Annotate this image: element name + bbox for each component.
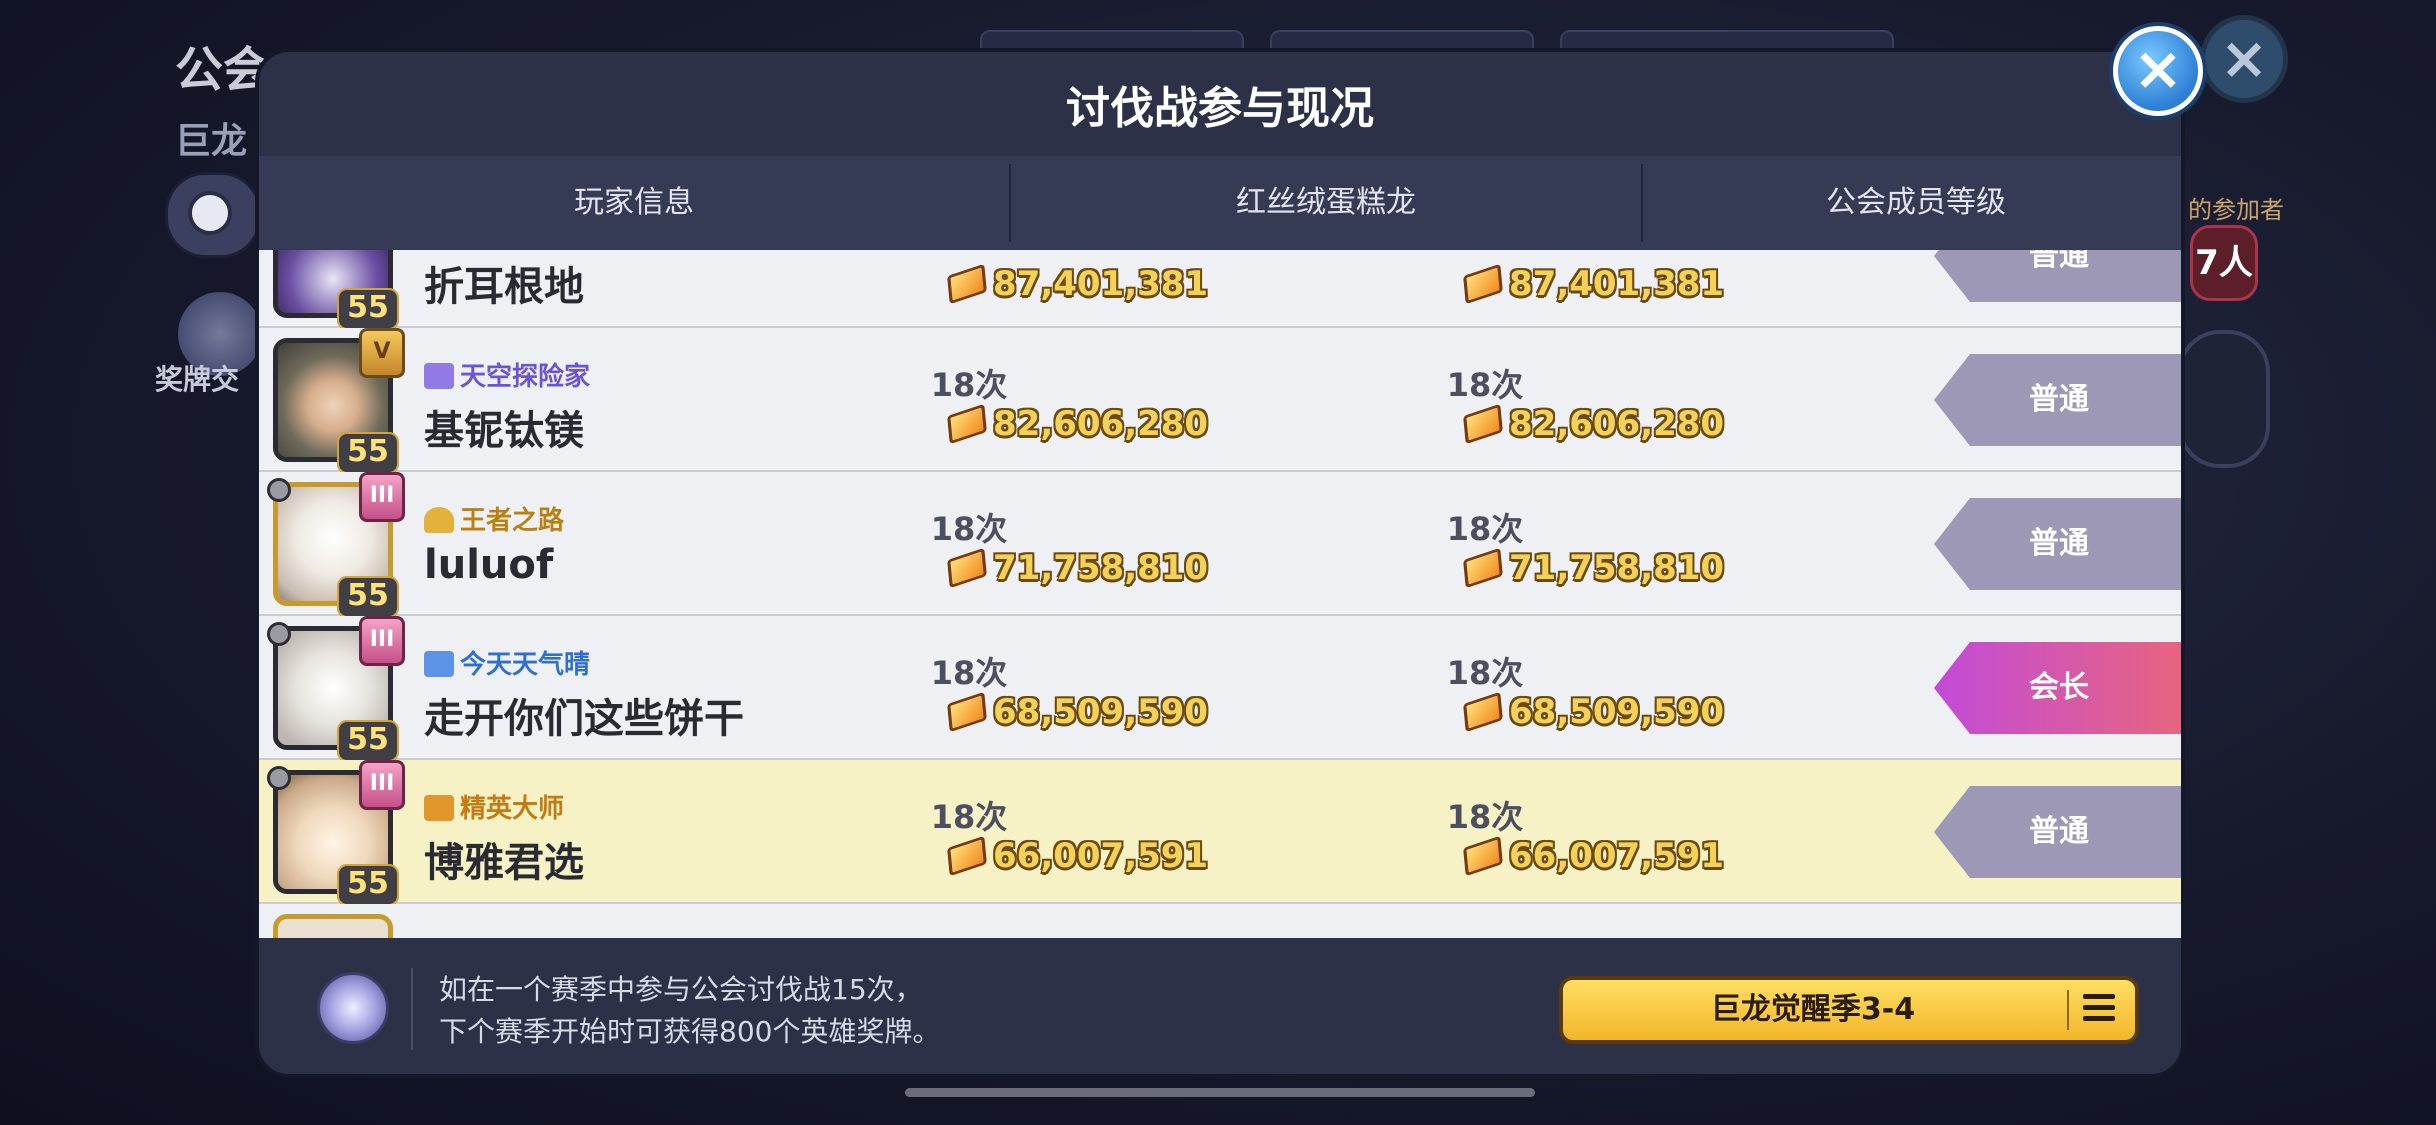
member-grade-badge: 普通 bbox=[1934, 786, 2181, 878]
table-row[interactable] bbox=[259, 904, 2181, 938]
reward-info-line2: 下个赛季开始时可获得800个英雄奖牌。 bbox=[439, 1015, 941, 1048]
column-header-dragon: 红丝绒蛋糕龙 bbox=[1236, 185, 1416, 220]
damage-icon bbox=[1463, 547, 1503, 589]
crown-icon bbox=[424, 507, 454, 533]
column-header-player-info: 玩家信息 bbox=[574, 185, 694, 220]
season-button-divider bbox=[2067, 990, 2069, 1030]
member-grade-badge: 会长 bbox=[1934, 642, 2181, 734]
damage-icon bbox=[1463, 835, 1503, 877]
damage-score: 68,509,590 bbox=[947, 691, 1208, 738]
damage-score: 66,007,591 bbox=[947, 835, 1208, 882]
player-title: 王者之路 bbox=[424, 500, 564, 537]
rank-badge-icon: III bbox=[359, 472, 405, 522]
hero-medal-icon bbox=[317, 972, 389, 1044]
player-name: luluof bbox=[424, 542, 554, 588]
level-badge: 55 bbox=[337, 288, 399, 330]
rank-badge-icon: III bbox=[359, 760, 405, 810]
bg-participants-count: 7人 bbox=[2190, 225, 2258, 301]
member-grade-badge: 普通 bbox=[1934, 250, 2181, 302]
close-button[interactable]: × bbox=[2113, 26, 2203, 116]
table-row[interactable]: III 55 今天天气晴 走开你们这些饼干 18次 68,509,590 18次… bbox=[259, 616, 2181, 762]
attempt-count: 18次 bbox=[1446, 654, 1524, 692]
damage-score: 66,007,591 bbox=[1463, 835, 1724, 882]
damage-score: 71,758,810 bbox=[947, 547, 1208, 594]
table-row[interactable]: III 55 王者之路 luluof 18次 71,758,810 18次 71… bbox=[259, 472, 2181, 618]
player-title: 精英大师 bbox=[424, 788, 564, 825]
column-header-member-grade: 公会成员等级 bbox=[1826, 185, 2006, 220]
attempt-count: 18次 bbox=[930, 510, 1008, 548]
member-list[interactable]: 55 折耳根地 87,401,381 87,401,381 普通 V 55 天空… bbox=[259, 250, 2181, 938]
damage-icon bbox=[947, 835, 987, 877]
bg-clock-icon bbox=[165, 172, 261, 258]
member-grade-badge: 普通 bbox=[1934, 354, 2181, 446]
attempt-count: 18次 bbox=[930, 798, 1008, 836]
avatar[interactable] bbox=[273, 914, 393, 938]
player-name: 走开你们这些饼干 bbox=[424, 696, 744, 742]
damage-icon bbox=[947, 263, 987, 305]
crossed-swords-icon bbox=[424, 651, 454, 677]
attempt-count: 18次 bbox=[1446, 798, 1524, 836]
player-name: 博雅君选 bbox=[424, 840, 584, 886]
reward-info-line1: 如在一个赛季中参与公会讨伐战15次， bbox=[439, 973, 923, 1006]
footer-divider bbox=[411, 968, 413, 1050]
home-indicator[interactable] bbox=[905, 1088, 1535, 1097]
attempt-count: 18次 bbox=[930, 366, 1008, 404]
season-select-button[interactable]: 巨龙觉醒季3-4 bbox=[1559, 976, 2139, 1044]
table-row[interactable]: III 55 精英大师 博雅君选 18次 66,007,591 18次 66,0… bbox=[259, 760, 2181, 906]
player-title: 今天天气晴 bbox=[424, 644, 590, 681]
level-badge: 55 bbox=[337, 432, 399, 474]
attempt-count: 18次 bbox=[1446, 366, 1524, 404]
damage-score: 82,606,280 bbox=[1463, 403, 1724, 450]
modal-title: 讨伐战参与现况 bbox=[1066, 83, 1374, 134]
attempt-count: 18次 bbox=[1446, 510, 1524, 548]
member-grade-badge: 普通 bbox=[1934, 498, 2181, 590]
damage-icon bbox=[947, 547, 987, 589]
damage-score: 68,509,590 bbox=[1463, 691, 1724, 738]
player-name: 折耳根地 bbox=[424, 264, 584, 310]
title-icon bbox=[424, 363, 454, 389]
damage-score: 82,606,280 bbox=[947, 403, 1208, 450]
offline-indicator bbox=[267, 622, 291, 646]
attempt-count: 18次 bbox=[930, 654, 1008, 692]
player-title: 天空探险家 bbox=[424, 356, 590, 393]
damage-score: 87,401,381 bbox=[1463, 263, 1724, 310]
damage-icon bbox=[1463, 263, 1503, 305]
menu-icon bbox=[2083, 994, 2115, 1026]
damage-icon bbox=[1463, 691, 1503, 733]
table-row[interactable]: V 55 天空探险家 基铌钛镁 18次 82,606,280 18次 82,60… bbox=[259, 328, 2181, 474]
table-header: 玩家信息 红丝绒蛋糕龙 公会成员等级 bbox=[259, 156, 2181, 250]
level-badge: 55 bbox=[337, 720, 399, 762]
damage-icon bbox=[947, 691, 987, 733]
modal-footer: 如在一个赛季中参与公会讨伐战15次， 下个赛季开始时可获得800个英雄奖牌。 巨… bbox=[259, 938, 2181, 1074]
season-label: 巨龙觉醒季3-4 bbox=[1710, 992, 1916, 1027]
level-badge: 55 bbox=[337, 576, 399, 618]
bg-side-button bbox=[2178, 330, 2270, 468]
rank-badge-icon: V bbox=[359, 328, 405, 378]
damage-icon bbox=[947, 403, 987, 445]
damage-icon bbox=[1463, 403, 1503, 445]
crossed-swords-icon bbox=[424, 795, 454, 821]
participation-modal: 讨伐战参与现况 玩家信息 红丝绒蛋糕龙 公会成员等级 55 折耳根地 87,40… bbox=[255, 48, 2185, 1078]
bg-participants-label: 的参加者 bbox=[2188, 196, 2284, 224]
bg-medal-label: 奖牌交 bbox=[155, 363, 240, 396]
offline-indicator bbox=[267, 478, 291, 502]
bg-subtitle: 巨龙 bbox=[175, 121, 248, 162]
rank-badge-icon: III bbox=[359, 616, 405, 666]
bg-close-icon: × bbox=[2200, 15, 2288, 103]
player-name: 基铌钛镁 bbox=[424, 408, 584, 454]
table-row[interactable]: 55 折耳根地 87,401,381 87,401,381 普通 bbox=[259, 250, 2181, 330]
damage-score: 87,401,381 bbox=[947, 263, 1208, 310]
level-badge: 55 bbox=[337, 864, 399, 906]
damage-score: 71,758,810 bbox=[1463, 547, 1724, 594]
offline-indicator bbox=[267, 766, 291, 790]
